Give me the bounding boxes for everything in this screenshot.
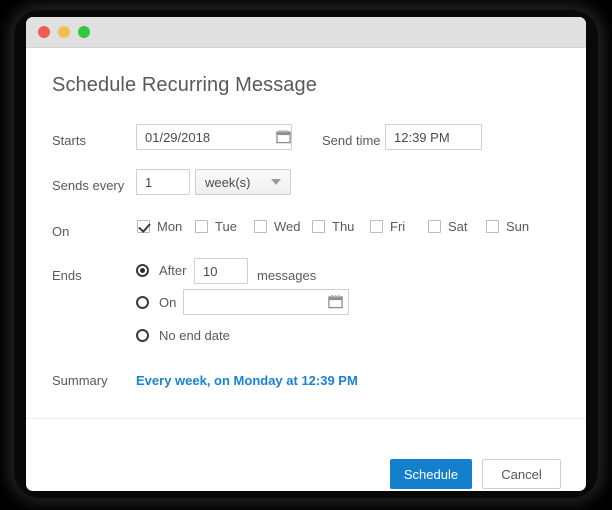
checkbox-thu-label: Thu: [332, 218, 355, 234]
page-title: Schedule Recurring Message: [52, 74, 317, 96]
window-titlebar: [26, 17, 586, 48]
checkbox-sat[interactable]: Sat: [428, 219, 486, 234]
radio-ends-no-end-date[interactable]: [136, 328, 149, 342]
checkbox-thu-box[interactable]: [312, 219, 325, 233]
ends-after-count-input[interactable]: [194, 258, 248, 284]
dialog-body: Schedule Recurring Message Starts Send t…: [26, 48, 586, 490]
sends-every-interval-input[interactable]: [136, 169, 190, 195]
sends-every-unit-select[interactable]: week(s): [195, 169, 291, 195]
checkbox-fri[interactable]: Fri: [370, 219, 428, 234]
schedule-button[interactable]: Schedule: [390, 459, 472, 489]
footer-divider: [26, 418, 586, 419]
send-time-input[interactable]: [385, 124, 482, 150]
sends-every-unit-value: week(s): [205, 174, 251, 190]
checkbox-sun-label: Sun: [506, 218, 530, 234]
checkbox-sun-box[interactable]: [486, 219, 499, 233]
summary-label: Summary: [52, 373, 108, 388]
checkbox-tue-label: Tue: [215, 218, 237, 234]
ends-no-end-date-label: No end date: [159, 327, 230, 343]
checkbox-mon[interactable]: Mon: [137, 219, 195, 234]
checkbox-wed[interactable]: Wed: [254, 219, 312, 234]
cancel-button[interactable]: Cancel: [482, 459, 561, 489]
checkbox-sat-label: Sat: [448, 218, 468, 234]
dialog-window: Schedule Recurring Message Starts Send t…: [26, 17, 586, 491]
summary-value: Every week, on Monday at 12:39 PM: [136, 373, 358, 388]
checkbox-tue-box[interactable]: [195, 219, 208, 233]
weekday-checkbox-group: Mon Tue Wed Thu Fri Sat Sun: [137, 217, 529, 235]
calendar-icon[interactable]: [276, 129, 291, 144]
checkbox-thu[interactable]: Thu: [312, 219, 370, 234]
starts-date-input[interactable]: [136, 124, 292, 150]
schedule-button-label: Schedule: [403, 466, 459, 482]
minimize-window-button[interactable]: [58, 26, 70, 38]
checkbox-wed-box[interactable]: [254, 219, 267, 233]
checkbox-fri-label: Fri: [390, 218, 406, 234]
on-days-label: On: [52, 224, 70, 239]
checkbox-sat-box[interactable]: [428, 219, 441, 233]
calendar-icon[interactable]: [328, 294, 343, 309]
screen-background: Schedule Recurring Message Starts Send t…: [0, 0, 612, 510]
ends-no-end-date-option[interactable]: No end date: [136, 327, 230, 343]
radio-ends-after[interactable]: [136, 263, 149, 277]
radio-ends-on[interactable]: [136, 295, 149, 309]
checkbox-mon-label: Mon: [157, 218, 183, 234]
sends-every-label: Sends every: [52, 178, 125, 193]
checkbox-tue[interactable]: Tue: [195, 219, 254, 234]
cancel-button-label: Cancel: [501, 466, 542, 482]
checkbox-wed-label: Wed: [274, 218, 301, 234]
maximize-window-button[interactable]: [78, 26, 90, 38]
checkbox-sun[interactable]: Sun: [486, 219, 529, 234]
ends-label: Ends: [52, 268, 82, 283]
send-time-label: Send time: [322, 133, 381, 148]
chevron-down-icon: [271, 179, 281, 185]
starts-label: Starts: [52, 133, 86, 148]
checkbox-fri-box[interactable]: [370, 219, 383, 233]
close-window-button[interactable]: [38, 26, 50, 38]
ends-on-date-input[interactable]: [183, 289, 349, 315]
checkbox-mon-box[interactable]: [137, 219, 150, 233]
ends-after-suffix-label: messages: [257, 268, 317, 283]
